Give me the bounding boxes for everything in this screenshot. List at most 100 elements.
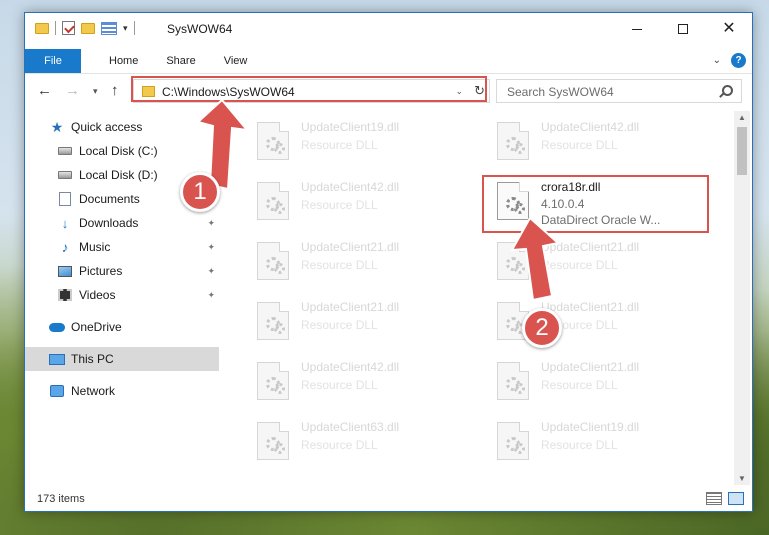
search-input[interactable]: Search SysWOW64 — [496, 79, 742, 103]
ribbon-tabs: File Home Share View — [25, 49, 752, 73]
file-name: UpdateClient21.dll — [541, 300, 640, 314]
dll-file-icon — [257, 422, 289, 460]
ribbon-divider — [25, 73, 752, 74]
file-list: UpdateClient19.dll Resource DLL UpdateCl… — [235, 111, 735, 485]
dll-file-icon — [257, 362, 289, 400]
minimize-button[interactable] — [614, 13, 660, 45]
close-button[interactable]: ✕ — [706, 13, 752, 45]
properties-icon[interactable] — [62, 21, 75, 35]
sidebar-item-local-disk-c[interactable]: Local Disk (C:) — [25, 139, 219, 163]
file-tile[interactable]: UpdateClient42.dll Resource DLL — [245, 177, 475, 229]
address-row: ← → ▾ ↑ C:\Windows\SysWOW64 ⌄ ↻ Search S… — [25, 76, 752, 106]
sidebar-item-label: Music — [79, 240, 111, 254]
view-options-icon[interactable] — [101, 21, 117, 35]
star-icon: ★ — [50, 118, 64, 135]
file-tile[interactable]: UpdateClient21.dll Resource DLL — [245, 297, 475, 349]
file-tile[interactable]: UpdateClient21.dll Resource DLL — [245, 237, 475, 289]
customize-toolbar-chevron-icon[interactable]: ▾ — [123, 23, 128, 34]
file-tile[interactable]: UpdateClient21.dll Resource DLL — [485, 357, 715, 409]
forward-arrow-icon[interactable]: → — [65, 82, 80, 99]
recent-locations-chevron-icon[interactable]: ▾ — [93, 86, 98, 97]
window-title: SysWOW64 — [167, 22, 233, 36]
sidebar-item-label: Documents — [79, 192, 140, 206]
sidebar-item-onedrive[interactable]: OneDrive — [25, 315, 219, 339]
toolbar-divider — [55, 21, 56, 35]
sidebar-item-this-pc[interactable]: This PC — [25, 347, 219, 371]
maximize-icon — [678, 24, 688, 34]
back-arrow-icon[interactable]: ← — [37, 82, 52, 99]
file-tile[interactable]: UpdateClient63.dll Resource DLL — [245, 417, 475, 469]
search-placeholder: Search SysWOW64 — [507, 85, 614, 99]
pin-icon[interactable]: ✦ — [207, 242, 215, 253]
file-tile[interactable]: UpdateClient42.dll Resource DLL — [245, 357, 475, 409]
sidebar-item-pictures[interactable]: Pictures ✦ — [25, 259, 219, 283]
tab-home[interactable]: Home — [95, 49, 152, 73]
details-view-icon[interactable] — [706, 492, 722, 505]
expand-ribbon-chevron-icon[interactable]: ⌄ — [713, 55, 721, 66]
search-icon[interactable] — [722, 85, 733, 96]
sidebar-item-label: This PC — [71, 352, 114, 366]
dll-file-icon — [257, 242, 289, 280]
sidebar-item-videos[interactable]: Videos ✦ — [25, 283, 219, 307]
status-bar: 173 items — [25, 489, 752, 511]
file-name: UpdateClient21.dll — [541, 360, 640, 374]
videos-icon — [57, 288, 73, 302]
file-description: Resource DLL — [301, 198, 378, 212]
sidebar-item-music[interactable]: ♪ Music ✦ — [25, 235, 219, 259]
up-arrow-icon[interactable]: ↑ — [111, 82, 119, 99]
file-tile[interactable]: UpdateClient19.dll Resource DLL — [245, 117, 475, 169]
file-description: Resource DLL — [541, 138, 618, 152]
pin-icon[interactable]: ✦ — [207, 290, 215, 301]
vertical-scrollbar[interactable]: ▲ ▼ — [734, 111, 750, 485]
file-name: UpdateClient21.dll — [541, 240, 640, 254]
sidebar-item-label: Local Disk (C:) — [79, 144, 158, 158]
file-tile[interactable]: UpdateClient21.dll Resource DLL — [485, 237, 715, 289]
step-1-badge: 1 — [180, 172, 220, 212]
tab-share[interactable]: Share — [152, 49, 209, 73]
sidebar-item-network[interactable]: Network — [25, 379, 219, 403]
file-name: UpdateClient63.dll — [301, 420, 400, 434]
pin-icon[interactable]: ✦ — [207, 266, 215, 277]
file-description: Resource DLL — [301, 258, 378, 272]
dll-file-icon — [257, 122, 289, 160]
new-folder-icon[interactable] — [81, 22, 95, 34]
file-description: Resource DLL — [301, 438, 378, 452]
file-description: Resource DLL — [301, 318, 378, 332]
file-description: Resource DLL — [541, 258, 618, 272]
tab-view[interactable]: View — [210, 49, 262, 73]
scrollbar-thumb[interactable] — [737, 127, 747, 175]
step-2-badge: 2 — [522, 308, 562, 348]
minimize-icon — [632, 28, 642, 30]
file-tile[interactable]: UpdateClient19.dll Resource DLL — [485, 417, 715, 469]
sidebar-item-label: OneDrive — [71, 320, 122, 334]
sidebar-item-label: Network — [71, 384, 116, 398]
file-name: UpdateClient42.dll — [301, 360, 400, 374]
pin-icon[interactable]: ✦ — [207, 218, 215, 229]
file-name: UpdateClient21.dll — [301, 240, 400, 254]
network-icon — [49, 384, 65, 398]
tab-file[interactable]: File — [25, 49, 81, 73]
ribbon-controls: ⌄ ? — [713, 53, 746, 68]
file-name: UpdateClient21.dll — [301, 300, 400, 314]
sidebar-item-downloads[interactable]: ↓ Downloads ✦ — [25, 211, 219, 235]
dll-file-icon — [497, 242, 529, 280]
maximize-button[interactable] — [660, 13, 706, 45]
file-tile[interactable]: UpdateClient21.dll Resource DLL — [485, 297, 715, 349]
pc-icon — [49, 352, 65, 366]
file-description: Resource DLL — [541, 378, 618, 392]
dll-file-icon — [257, 182, 289, 220]
sidebar-item-quick-access[interactable]: ★ Quick access — [25, 115, 219, 139]
large-icons-view-icon[interactable] — [728, 492, 744, 505]
dll-file-icon — [497, 422, 529, 460]
music-icon: ♪ — [61, 239, 69, 255]
pictures-icon — [57, 264, 73, 278]
help-icon[interactable]: ? — [731, 53, 746, 68]
scroll-up-icon[interactable]: ▲ — [738, 113, 746, 122]
close-icon: ✕ — [722, 20, 736, 37]
scroll-down-icon[interactable]: ▼ — [738, 474, 746, 483]
file-highlight-box — [482, 175, 709, 233]
file-name: UpdateClient19.dll — [541, 420, 640, 434]
toolbar-divider — [133, 21, 135, 35]
cloud-icon — [49, 320, 65, 334]
file-tile[interactable]: UpdateClient42.dll Resource DLL — [485, 117, 715, 169]
